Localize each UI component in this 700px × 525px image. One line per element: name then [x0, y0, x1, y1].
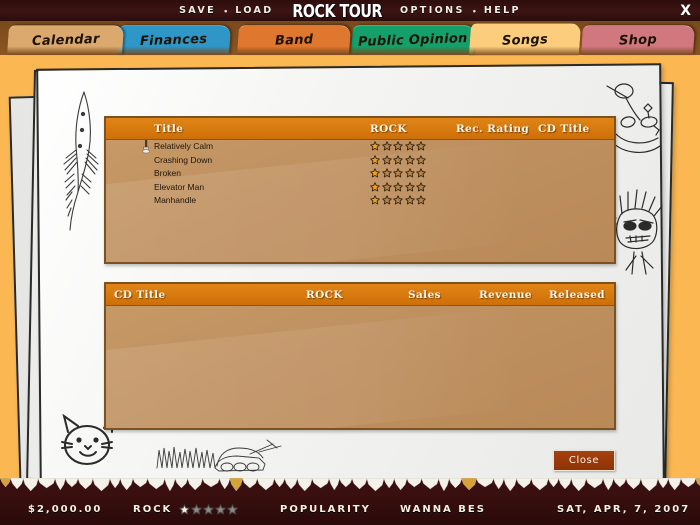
popularity-value: WANNA BES [400, 504, 486, 515]
column-header-rock[interactable]: ROCK [370, 123, 407, 135]
status-rock-star [179, 504, 190, 515]
date-value: SAT, APR, 7, 2007 [557, 504, 691, 515]
table-row[interactable]: Broken [106, 167, 614, 181]
songs-table-body: Relatively Calm Crashing Down Broken Elevat… [106, 140, 614, 262]
game-window: SAVE • LOAD ROCK TOUR OPTIONS • HELP X C… [0, 0, 700, 525]
close-button[interactable]: Close [553, 450, 615, 471]
column-header-rock[interactable]: ROCK [306, 289, 343, 301]
song-title: Relatively Calm [154, 141, 214, 151]
popularity-label: POPULARITY [280, 504, 371, 515]
tab-label: Calendar [31, 31, 100, 50]
status-rock-star [215, 504, 226, 515]
status-rock-star [191, 504, 202, 515]
tab-public-opinion[interactable]: Public Opinion [350, 25, 476, 55]
status-bar: $2,000.00 ROCK POPULARITY WANNA BES SAT,… [0, 494, 700, 525]
table-row[interactable]: Elevator Man [106, 181, 614, 195]
column-header-cd-title[interactable]: CD Title [114, 289, 166, 301]
rock-stars [179, 504, 238, 515]
song-title: Elevator Man [154, 181, 205, 192]
table-row[interactable]: Relatively Calm [106, 140, 614, 154]
tab-calendar[interactable]: Calendar [6, 25, 125, 55]
rock-rating-stars [370, 168, 426, 178]
rock-rating-stars [370, 141, 426, 151]
feather-doodle [63, 91, 99, 231]
tab-songs[interactable]: Songs [468, 23, 582, 56]
rock-rating-stars [370, 154, 426, 165]
column-header-revenue[interactable]: Revenue [479, 289, 532, 301]
rock-rating-stars [370, 181, 426, 192]
tank-doodle [156, 439, 282, 472]
teeth-edge [0, 478, 700, 494]
tab-label: Public Opinion [357, 31, 469, 50]
status-rock-star [203, 504, 214, 515]
song-title: Broken [154, 168, 181, 178]
column-header-cd-title[interactable]: CD Title [538, 123, 590, 135]
tab-label: Shop [618, 32, 658, 49]
column-header-rec-rating[interactable]: Rec. Rating [456, 123, 529, 135]
punk-head-doodle [608, 189, 663, 275]
table-row[interactable]: Crashing Down [106, 154, 614, 168]
cds-panel: CD Title ROCK Sales Revenue Released [104, 282, 616, 430]
rock-label: ROCK [133, 504, 173, 515]
rock-rating-stars [370, 195, 426, 205]
column-header-sales[interactable]: Sales [408, 289, 441, 301]
tab-label: Band [274, 32, 314, 49]
songs-table-header: Title ROCK Rec. Rating CD Title [106, 118, 614, 140]
songs-panel: Title ROCK Rec. Rating CD Title Relatively … [104, 116, 616, 264]
tab-finances[interactable]: Finances [116, 25, 232, 55]
status-rock-star [227, 504, 238, 515]
cds-table-header: CD Title ROCK Sales Revenue Released [106, 284, 614, 306]
tab-label: Songs [501, 31, 549, 49]
tab-band[interactable]: Band [236, 25, 352, 55]
song-instrument-icon [142, 140, 150, 154]
song-title: Manhandle [154, 195, 197, 205]
tab-shop[interactable]: Shop [580, 25, 696, 55]
column-header-released[interactable]: Released [549, 289, 605, 301]
table-row[interactable]: Manhandle [106, 194, 614, 208]
tab-label: Finances [140, 31, 208, 50]
cds-table-body [106, 306, 614, 428]
song-title: Crashing Down [154, 154, 213, 165]
column-header-title[interactable]: Title [154, 123, 183, 135]
money-value: $2,000.00 [28, 504, 103, 515]
